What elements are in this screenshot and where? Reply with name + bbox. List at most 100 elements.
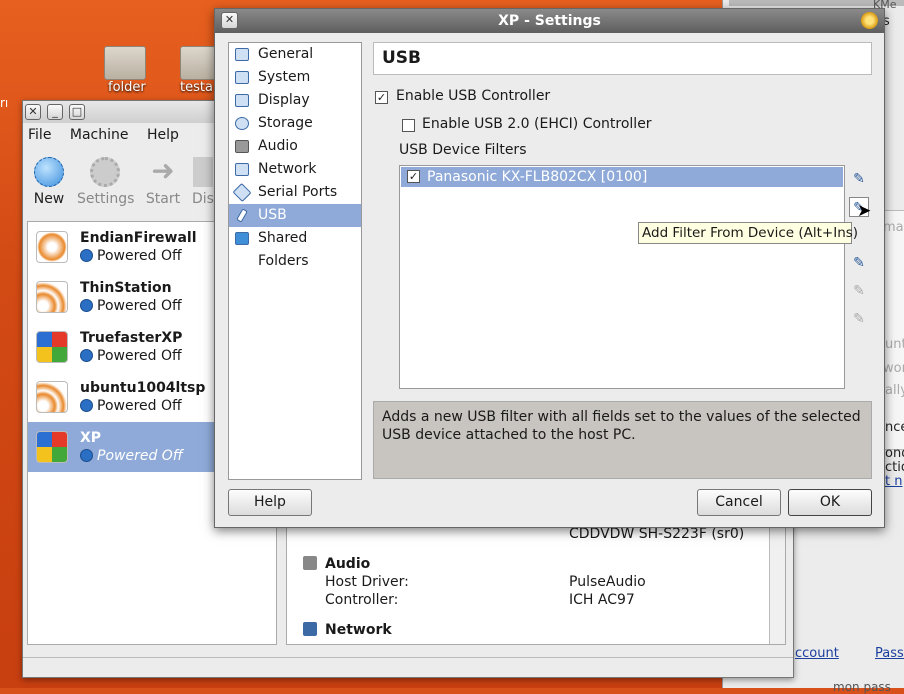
vm-status: Powered Off	[80, 398, 182, 414]
nav-label: Shared Folders	[258, 230, 309, 269]
bg-form-panel	[883, 210, 904, 450]
controller-value: ICH AC97	[569, 592, 635, 608]
network-icon	[235, 163, 249, 176]
os-icon	[36, 281, 68, 313]
network-icon	[303, 622, 317, 636]
gear-icon[interactable]	[861, 12, 878, 29]
edit-filter-icon[interactable]: ✎	[849, 253, 869, 273]
os-icon	[36, 381, 68, 413]
nav-item-general[interactable]: General	[229, 43, 361, 66]
page-title: USB	[373, 42, 872, 75]
usb-icon	[236, 208, 248, 223]
vm-status-text: Powered Off	[97, 348, 182, 364]
nav-item-audio[interactable]: Audio	[229, 135, 361, 158]
power-off-icon	[80, 249, 93, 262]
dialog-titlebar: XP - Settings ✕	[215, 9, 884, 33]
display-icon	[235, 94, 249, 107]
cancel-button[interactable]: Cancel	[697, 489, 781, 516]
usb-filter-list[interactable]: ✓ Panasonic KX-FLB802CX [0100]	[399, 165, 845, 389]
discard-icon	[193, 157, 213, 187]
close-icon[interactable]: ✕	[221, 12, 238, 29]
optical-drive-value: CDDVDW SH-S223F (sr0)	[569, 526, 745, 542]
vm-name: TruefasterXP	[80, 330, 183, 346]
move-filter-down-icon[interactable]: ✎	[849, 309, 869, 329]
power-off-icon	[80, 449, 93, 462]
desktop-folder[interactable]: folder	[104, 46, 146, 95]
enable-usb2-label[interactable]: Enable USB 2.0 (EHCI) Controller	[422, 116, 652, 132]
network-heading: Network	[325, 622, 392, 638]
account-link[interactable]: ccount	[795, 646, 839, 661]
windows-xp-icon	[36, 431, 68, 463]
ok-button[interactable]: OK	[788, 489, 872, 516]
vm-status-text: Powered Off	[97, 398, 182, 414]
filter-checkbox[interactable]: ✓	[407, 170, 420, 183]
vm-name: ubuntu1004ltsp	[80, 380, 206, 396]
start-label: Start	[145, 191, 181, 207]
enable-usb2-checkbox[interactable]	[402, 119, 415, 132]
bg-text: mail	[883, 220, 904, 235]
settings-button[interactable]: Settings	[77, 157, 134, 207]
new-button[interactable]: New	[31, 157, 67, 207]
vm-status: Powered Off	[80, 298, 182, 314]
nav-item-storage[interactable]: Storage	[229, 112, 361, 135]
storage-icon	[235, 117, 249, 130]
settings-icon	[90, 157, 120, 187]
vm-status-text: Powered Off	[97, 248, 182, 264]
audio-icon	[235, 140, 249, 153]
general-icon	[235, 48, 249, 61]
nav-item-display[interactable]: Display	[229, 89, 361, 112]
nav-item-network[interactable]: Network	[229, 158, 361, 181]
new-icon	[34, 157, 64, 187]
menu-help[interactable]: Help	[147, 127, 179, 143]
serial-port-icon	[232, 182, 252, 203]
nav-item-shared-folders[interactable]: Shared Folders	[229, 227, 361, 269]
nav-label: Network	[258, 161, 317, 177]
desktop-fragment: rı	[0, 96, 9, 110]
bg-link[interactable]: t n	[885, 474, 902, 489]
maximize-icon[interactable]: □	[69, 104, 85, 120]
vm-name: XP	[80, 430, 102, 446]
settings-nav[interactable]: General System Display Storage Audio Net…	[228, 42, 362, 480]
settings-dialog: XP - Settings ✕ General System Display S…	[214, 8, 885, 528]
move-filter-up-icon[interactable]: ✎	[849, 281, 869, 301]
vm-status: Powered Off	[80, 348, 182, 364]
vm-status-text: Powered Off	[97, 298, 182, 314]
add-filter-icon[interactable]: ✎	[849, 169, 869, 189]
power-off-icon	[80, 349, 93, 362]
close-icon[interactable]: ✕	[25, 104, 41, 120]
vm-status: Powered Off	[80, 248, 182, 264]
start-button[interactable]: ➜ Start	[143, 154, 183, 208]
enable-usb-label[interactable]: Enable USB Controller	[396, 88, 550, 104]
nav-item-system[interactable]: System	[229, 66, 361, 89]
usb-filter-row[interactable]: ✓ Panasonic KX-FLB802CX [0100]	[401, 167, 843, 187]
minimize-icon[interactable]: _	[47, 104, 63, 120]
new-label: New	[33, 191, 65, 207]
mouse-cursor-icon: ➤	[857, 201, 872, 221]
bg-text: ction	[885, 460, 904, 475]
power-off-icon	[80, 299, 93, 312]
nav-label: Audio	[258, 138, 298, 154]
host-driver-label: Host Driver:	[325, 574, 409, 590]
vm-status: Powered Off	[80, 448, 183, 464]
nav-item-usb[interactable]: USB	[229, 204, 361, 227]
start-icon: ➜	[151, 154, 175, 187]
menu-machine[interactable]: Machine	[70, 127, 129, 143]
audio-heading: Audio	[325, 556, 371, 572]
power-off-icon	[80, 399, 93, 412]
help-button[interactable]: Help	[228, 489, 312, 516]
password-link[interactable]: Passw	[875, 646, 904, 661]
nav-item-serial-ports[interactable]: Serial Ports	[229, 181, 361, 204]
nav-label: Storage	[258, 115, 313, 131]
details-scrollbar[interactable]	[769, 522, 785, 644]
vm-details-panel[interactable]: CDDVDW SH-S223F (sr0) Audio Host Driver:…	[286, 521, 786, 645]
nav-label: General	[258, 46, 314, 62]
menu-file[interactable]: File	[28, 127, 51, 143]
usb-filters-label: USB Device Filters	[399, 142, 527, 158]
shared-folder-icon	[235, 232, 249, 245]
folder-label: folder	[108, 80, 146, 95]
enable-usb-checkbox[interactable]: ✓	[375, 91, 388, 104]
vm-status-text: Powered Off	[97, 448, 183, 464]
windows-xp-icon	[36, 331, 68, 363]
discard-button[interactable]: Dis	[191, 157, 215, 207]
vm-name: EndianFirewall	[80, 230, 197, 246]
